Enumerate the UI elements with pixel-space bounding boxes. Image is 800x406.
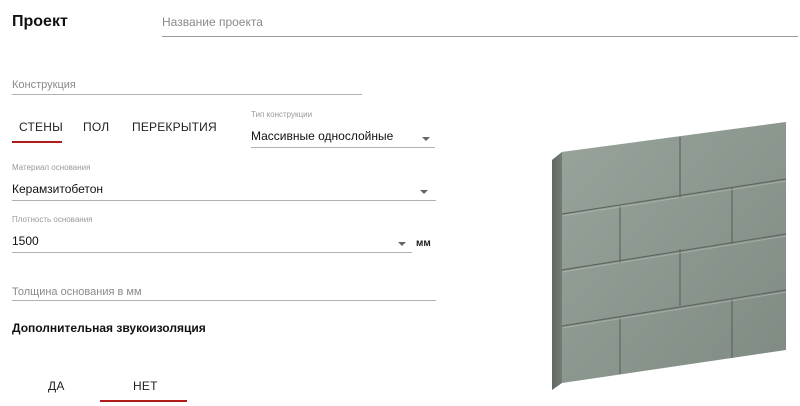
base-density-label: Плотность основания	[12, 215, 93, 224]
chevron-down-icon	[420, 190, 428, 194]
insulation-option-no[interactable]: НЕТ	[133, 379, 158, 393]
tab-ceilings[interactable]: ПЕРЕКРЫТИЯ	[132, 120, 217, 134]
tab-floor[interactable]: ПОЛ	[83, 120, 109, 134]
base-material-value: Керамзитобетон	[12, 182, 104, 196]
insulation-active-indicator	[100, 400, 187, 402]
insulation-heading: Дополнительная звукоизоляция	[12, 321, 206, 335]
base-material-select[interactable]: Керамзитобетон	[12, 180, 436, 201]
construction-type-value: Массивные однослойные	[251, 129, 394, 143]
page-title: Проект	[12, 13, 68, 30]
tab-walls[interactable]: СТЕНЫ	[19, 120, 63, 134]
base-material-label: Материал основания	[12, 163, 91, 172]
chevron-down-icon	[398, 242, 406, 246]
tab-active-indicator	[12, 141, 62, 143]
chevron-down-icon	[422, 137, 430, 141]
density-unit: мм	[416, 238, 431, 249]
base-density-select[interactable]: 1500	[12, 232, 412, 253]
construction-type-label: Тип конструкции	[251, 110, 313, 119]
project-name-input[interactable]	[162, 8, 798, 37]
base-thickness-input[interactable]	[12, 284, 436, 301]
masonry-wall-image	[552, 122, 787, 390]
construction-input[interactable]	[12, 76, 362, 95]
construction-type-select[interactable]: Массивные однослойные	[251, 127, 435, 148]
insulation-option-yes[interactable]: ДА	[48, 379, 65, 393]
base-density-value: 1500	[12, 234, 39, 248]
